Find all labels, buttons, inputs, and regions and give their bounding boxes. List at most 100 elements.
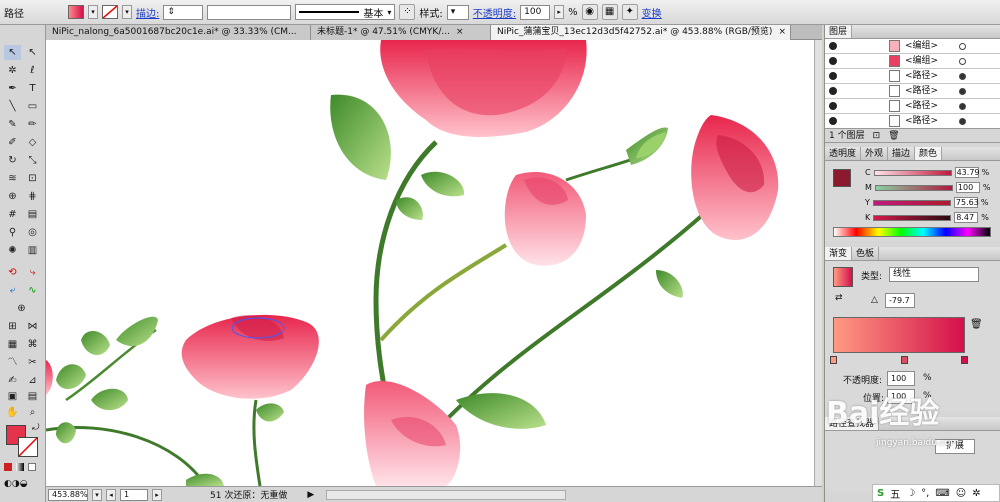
- gradient-stop-end[interactable]: [961, 356, 968, 364]
- mesh-tool-icon[interactable]: #: [4, 207, 21, 222]
- channel-value[interactable]: 43.79: [954, 167, 980, 178]
- gradient-stop-mid[interactable]: [901, 356, 908, 364]
- scale-tool-icon[interactable]: ⤡: [24, 153, 41, 168]
- rectangle-tool-icon[interactable]: ▭: [24, 99, 41, 114]
- column-graph-icon[interactable]: ▥: [24, 243, 41, 258]
- eye-icon[interactable]: [829, 57, 837, 65]
- artboard-number-field[interactable]: 1: [120, 488, 148, 501]
- free-transform-icon[interactable]: ⊡: [24, 171, 41, 186]
- channel-value[interactable]: 100: [955, 182, 980, 193]
- artboard-tool-icon[interactable]: ⊞: [4, 319, 21, 334]
- symbol-tool-icon[interactable]: ⌘: [24, 337, 41, 352]
- stroke-color-box[interactable]: [18, 437, 38, 457]
- hand-tool-icon[interactable]: ✋: [4, 405, 21, 420]
- close-icon[interactable]: ×: [778, 25, 786, 40]
- eraser-tool-icon[interactable]: ◇: [24, 135, 41, 150]
- next-artboard-icon[interactable]: ▸: [152, 488, 162, 501]
- rose-artwork[interactable]: [46, 40, 814, 486]
- channel-slider[interactable]: [873, 214, 952, 221]
- graph-tool-icon[interactable]: ▦: [4, 337, 21, 352]
- close-icon[interactable]: ×: [456, 25, 464, 40]
- knife-tool-icon[interactable]: 〽: [4, 355, 21, 370]
- symbol-sprayer-icon[interactable]: ✺: [4, 243, 21, 258]
- tab-document-2[interactable]: 未标题-1* @ 47.51% (CMYK/... ×: [311, 25, 491, 40]
- swap-arrow-icon[interactable]: ⤾: [32, 423, 40, 433]
- document-setup-icon[interactable]: ▦: [601, 4, 618, 20]
- stop-opacity-field[interactable]: 100: [887, 371, 915, 386]
- tab-color[interactable]: 颜色: [915, 147, 943, 160]
- width-tool-icon[interactable]: ⟲: [4, 265, 21, 280]
- target-icon[interactable]: ⊕: [13, 301, 30, 316]
- gradient-preview-swatch[interactable]: [833, 267, 853, 287]
- selection-tool-icon[interactable]: ↖: [4, 45, 21, 60]
- color-mode-icon[interactable]: [4, 463, 12, 471]
- tab-document-3[interactable]: NiPic_蒲蒲宝贝_13ec12d3d5f42752.ai* @ 453.88…: [491, 25, 791, 40]
- tab-appearance[interactable]: 外观: [861, 147, 889, 160]
- opacity-link[interactable]: 不透明度:: [473, 5, 516, 20]
- delete-stop-icon[interactable]: 🗑: [970, 319, 983, 330]
- eye-icon[interactable]: [829, 72, 837, 80]
- new-layer-icon[interactable]: ⊡: [873, 129, 881, 142]
- keyboard-icon[interactable]: ⌨: [935, 488, 949, 499]
- user-icon[interactable]: ☺: [956, 488, 966, 499]
- gradient-type-select[interactable]: 线性: [889, 267, 979, 282]
- channel-slider[interactable]: [872, 199, 951, 206]
- fill-swatch[interactable]: [68, 5, 84, 19]
- tab-gradient[interactable]: 渐变: [825, 247, 853, 260]
- layer-row[interactable]: <路径>: [825, 69, 1000, 84]
- shape-builder-icon[interactable]: ⊕: [4, 189, 21, 204]
- tab-swatches[interactable]: 色板: [852, 247, 880, 260]
- target-circle-icon[interactable]: [959, 88, 966, 95]
- blob-brush-icon[interactable]: ✐: [4, 135, 21, 150]
- target-circle-icon[interactable]: [959, 58, 966, 65]
- gradient-bar[interactable]: [833, 317, 965, 353]
- target-circle-icon[interactable]: [959, 118, 966, 125]
- rotate-tool-icon[interactable]: ↻: [4, 153, 21, 168]
- canvas-vertical-scrollbar[interactable]: [814, 40, 822, 486]
- stroke-link[interactable]: 描边:: [136, 5, 159, 20]
- target-circle-icon[interactable]: [959, 73, 966, 80]
- zoom-field[interactable]: 453.88%: [48, 488, 88, 501]
- recolor-icon[interactable]: ◉: [581, 4, 598, 20]
- brush-definition[interactable]: 基本 ▾: [295, 4, 396, 20]
- moon-icon[interactable]: ☽: [906, 488, 915, 499]
- style-dropdown[interactable]: ▾: [446, 4, 469, 20]
- live-paint-select-icon[interactable]: ▤: [24, 389, 41, 404]
- opacity-dropdown[interactable]: ▸: [554, 5, 565, 19]
- eye-icon[interactable]: [829, 117, 837, 125]
- layer-row[interactable]: <编组>: [825, 39, 1000, 54]
- reverse-gradient-icon[interactable]: ⇄: [835, 293, 843, 303]
- scissors-tool-icon[interactable]: ✂: [24, 355, 41, 370]
- target-circle-icon[interactable]: [959, 43, 966, 50]
- anchor-tool-icon[interactable]: ⤷: [24, 265, 41, 280]
- ime-logo-icon[interactable]: S: [877, 488, 884, 499]
- smooth-tool-icon[interactable]: ⤶: [4, 283, 21, 298]
- live-paint-icon[interactable]: ▣: [4, 389, 21, 404]
- color-swatch[interactable]: [833, 169, 851, 187]
- transform-link[interactable]: 变换: [642, 5, 662, 20]
- stroke-swatch[interactable]: [102, 5, 118, 19]
- line-tool-icon[interactable]: ╲: [4, 99, 21, 114]
- measure-tool-icon[interactable]: ⊿: [24, 373, 41, 388]
- eye-icon[interactable]: [829, 42, 837, 50]
- channel-slider[interactable]: [873, 169, 952, 176]
- target-circle-icon[interactable]: [959, 103, 966, 110]
- blend-tool-icon[interactable]: ◎: [24, 225, 41, 240]
- ime-mode[interactable]: 五: [890, 486, 900, 501]
- slice-tool-icon[interactable]: ⋈: [24, 319, 41, 334]
- color-spectrum[interactable]: [833, 227, 991, 237]
- gradient-angle-field[interactable]: -79.7: [885, 293, 915, 308]
- paintbrush-tool-icon[interactable]: ✎: [4, 117, 21, 132]
- stroke-dropdown[interactable]: ▾: [122, 5, 132, 19]
- gradient-tool-icon[interactable]: ▤: [24, 207, 41, 222]
- channel-value[interactable]: 8.47: [954, 212, 979, 223]
- tab-layers[interactable]: 图层: [825, 25, 853, 38]
- layer-row[interactable]: <路径>: [825, 99, 1000, 114]
- channel-slider[interactable]: [874, 184, 953, 191]
- wave-tool-icon[interactable]: ∿: [24, 283, 41, 298]
- warp-tool-icon[interactable]: ≋: [4, 171, 21, 186]
- eyedropper-2-icon[interactable]: ✍: [4, 373, 21, 388]
- horizontal-scrollbar[interactable]: [326, 489, 567, 500]
- magic-wand-icon[interactable]: ✲: [4, 63, 21, 78]
- delete-layer-icon[interactable]: 🗑: [888, 129, 899, 142]
